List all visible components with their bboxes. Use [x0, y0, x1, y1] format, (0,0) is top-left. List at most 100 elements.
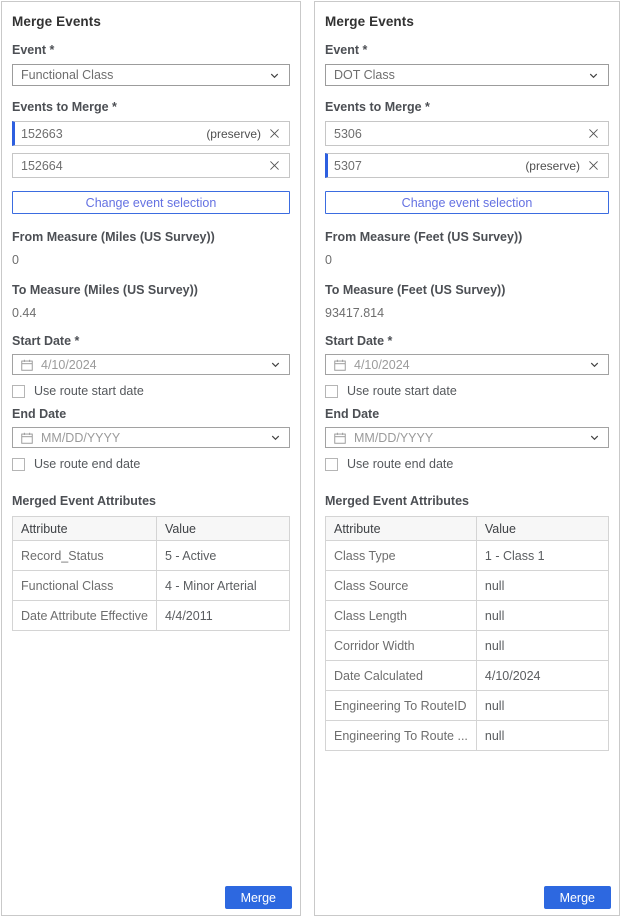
event-select-value: Functional Class — [21, 68, 268, 82]
table-row: Engineering To Route ...null — [326, 721, 609, 751]
table-row: Class Type1 - Class 1 — [326, 541, 609, 571]
chevron-down-icon — [588, 431, 601, 444]
start-date-picker[interactable]: 4/10/2024 — [325, 354, 609, 375]
use-route-end-date-label: Use route end date — [34, 457, 140, 471]
remove-event-icon[interactable] — [587, 127, 600, 140]
attribute-column-header: Attribute — [326, 517, 477, 541]
event-label: Event * — [325, 43, 609, 57]
merge-button[interactable]: Merge — [544, 886, 611, 909]
events-to-merge-label: Events to Merge * — [12, 100, 290, 114]
events-to-merge-list: 152663(preserve) 152664 — [12, 121, 290, 178]
start-date-value: 4/10/2024 — [354, 358, 588, 372]
value-cell: null — [476, 691, 608, 721]
calendar-icon — [20, 358, 34, 372]
checkbox-icon[interactable] — [12, 385, 25, 398]
remove-event-icon[interactable] — [587, 159, 600, 172]
attribute-column-header: Attribute — [13, 517, 157, 541]
chevron-down-icon — [268, 69, 281, 82]
to-measure-value: 0.44 — [12, 306, 290, 320]
change-event-selection-button[interactable]: Change event selection — [12, 191, 290, 214]
event-select[interactable]: DOT Class — [325, 64, 609, 86]
checkbox-icon[interactable] — [12, 458, 25, 471]
from-measure-value: 0 — [325, 253, 609, 267]
value-cell: null — [476, 571, 608, 601]
value-cell: null — [476, 721, 608, 751]
event-to-merge-input[interactable]: 5306 — [325, 121, 609, 146]
start-date-picker[interactable]: 4/10/2024 — [12, 354, 290, 375]
use-route-start-date-checkbox[interactable]: Use route start date — [12, 384, 290, 398]
checkbox-icon[interactable] — [325, 385, 338, 398]
event-select-value: DOT Class — [334, 68, 587, 82]
use-route-end-date-checkbox[interactable]: Use route end date — [12, 457, 290, 471]
start-date-label: Start Date * — [325, 334, 609, 348]
end-date-label: End Date — [325, 407, 609, 421]
value-cell: 4/4/2011 — [156, 601, 289, 631]
end-date-picker[interactable]: MM/DD/YYYY — [12, 427, 290, 448]
value-cell: null — [476, 601, 608, 631]
table-row: Class Lengthnull — [326, 601, 609, 631]
preserve-tag: (preserve) — [206, 127, 261, 141]
event-id: 5306 — [334, 127, 587, 141]
chevron-down-icon — [587, 69, 600, 82]
attribute-cell: Date Calculated — [326, 661, 477, 691]
merge-events-panel-left: Merge Events Event * Functional Class Ev… — [1, 1, 301, 916]
event-to-merge-input[interactable]: 152663(preserve) — [12, 121, 290, 146]
chevron-down-icon — [269, 358, 282, 371]
remove-event-icon[interactable] — [268, 159, 281, 172]
attribute-cell: Engineering To Route ... — [326, 721, 477, 751]
value-cell: 4 - Minor Arterial — [156, 571, 289, 601]
event-label: Event * — [12, 43, 290, 57]
checkbox-icon[interactable] — [325, 458, 338, 471]
use-route-end-date-label: Use route end date — [347, 457, 453, 471]
table-row: Class Sourcenull — [326, 571, 609, 601]
table-row: Engineering To RouteIDnull — [326, 691, 609, 721]
table-row: Functional Class4 - Minor Arterial — [13, 571, 290, 601]
merged-event-attributes-table: Attribute Value Record_Status5 - ActiveF… — [12, 516, 290, 631]
table-header-row: Attribute Value — [13, 517, 290, 541]
from-measure-label: From Measure (Feet (US Survey)) — [325, 230, 609, 244]
table-header-row: Attribute Value — [326, 517, 609, 541]
merge-button[interactable]: Merge — [225, 886, 292, 909]
end-date-picker[interactable]: MM/DD/YYYY — [325, 427, 609, 448]
attribute-cell: Date Attribute Effective — [13, 601, 157, 631]
end-date-value: MM/DD/YYYY — [354, 431, 588, 445]
event-to-merge-input[interactable]: 152664 — [12, 153, 290, 178]
chevron-down-icon — [269, 431, 282, 444]
merged-event-attributes-title: Merged Event Attributes — [12, 494, 290, 508]
table-row: Date Attribute Effective4/4/2011 — [13, 601, 290, 631]
to-measure-label: To Measure (Miles (US Survey)) — [12, 283, 290, 297]
table-row: Date Calculated4/10/2024 — [326, 661, 609, 691]
value-column-header: Value — [156, 517, 289, 541]
chevron-down-icon — [588, 358, 601, 371]
preserve-tag: (preserve) — [525, 159, 580, 173]
attribute-cell: Functional Class — [13, 571, 157, 601]
value-cell: 4/10/2024 — [476, 661, 608, 691]
use-route-start-date-label: Use route start date — [347, 384, 457, 398]
use-route-end-date-checkbox[interactable]: Use route end date — [325, 457, 609, 471]
merge-events-workspace: Merge Events Event * Functional Class Ev… — [0, 0, 621, 917]
calendar-icon — [333, 431, 347, 445]
to-measure-label: To Measure (Feet (US Survey)) — [325, 283, 609, 297]
merged-event-attributes-table: Attribute Value Class Type1 - Class 1Cla… — [325, 516, 609, 751]
calendar-icon — [333, 358, 347, 372]
remove-event-icon[interactable] — [268, 127, 281, 140]
event-id: 152663 — [21, 127, 206, 141]
page-title: Merge Events — [12, 14, 290, 29]
attribute-cell: Engineering To RouteID — [326, 691, 477, 721]
from-measure-value: 0 — [12, 253, 290, 267]
attribute-cell: Corridor Width — [326, 631, 477, 661]
value-cell: 1 - Class 1 — [476, 541, 608, 571]
event-to-merge-input[interactable]: 5307(preserve) — [325, 153, 609, 178]
merge-events-panel-right: Merge Events Event * DOT Class Events to… — [314, 1, 620, 916]
events-to-merge-list: 5306 5307(preserve) — [325, 121, 609, 178]
table-row: Corridor Widthnull — [326, 631, 609, 661]
event-select[interactable]: Functional Class — [12, 64, 290, 86]
change-event-selection-button[interactable]: Change event selection — [325, 191, 609, 214]
end-date-value: MM/DD/YYYY — [41, 431, 269, 445]
end-date-label: End Date — [12, 407, 290, 421]
calendar-icon — [20, 431, 34, 445]
use-route-start-date-checkbox[interactable]: Use route start date — [325, 384, 609, 398]
attribute-cell: Class Source — [326, 571, 477, 601]
attribute-cell: Record_Status — [13, 541, 157, 571]
merged-event-attributes-title: Merged Event Attributes — [325, 494, 609, 508]
